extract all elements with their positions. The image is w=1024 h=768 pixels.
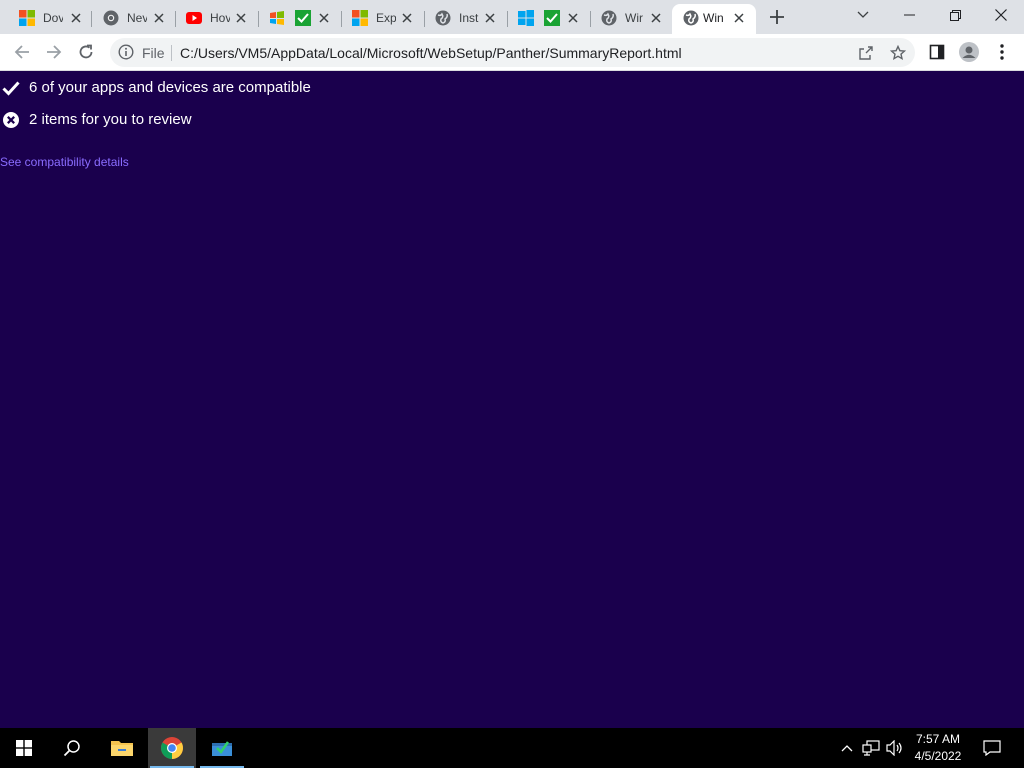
show-hidden-icons-button[interactable] (838, 728, 856, 768)
windows-logo-icon (19, 10, 35, 26)
tab-3[interactable]: Hov (175, 4, 259, 34)
chrome-icon (103, 10, 119, 26)
taskbar: 7:57 AM 4/5/2022 (0, 728, 1024, 768)
volume-tray-button[interactable] (884, 728, 906, 768)
globe-icon (601, 10, 617, 26)
close-icon (995, 9, 1007, 21)
green-check-icon (295, 10, 311, 26)
setup-app-icon (212, 741, 232, 756)
compatibility-details-link[interactable]: See compatibility details (0, 155, 129, 169)
tab-title: Exp (376, 11, 396, 25)
windows-logo-icon (352, 10, 368, 26)
side-panel-button[interactable] (924, 39, 950, 65)
tab-strip: Dov Nev Hov Exp Inst Wir Win (0, 0, 1024, 34)
chevron-down-icon (857, 11, 869, 18)
folder-icon (111, 741, 133, 756)
menu-button[interactable] (989, 39, 1015, 65)
tab-title: Wir (625, 11, 643, 25)
new-tab-button[interactable] (765, 5, 789, 29)
windows-blue-icon (518, 10, 534, 26)
back-button[interactable] (9, 39, 35, 65)
tab-6[interactable]: Inst (424, 4, 508, 34)
checkmark-icon (2, 81, 20, 96)
globe-icon (683, 10, 699, 26)
speaker-icon (886, 740, 902, 756)
avatar (959, 42, 979, 62)
tab-close-icon[interactable] (730, 9, 748, 27)
tab-2[interactable]: Nev (92, 4, 176, 34)
tab-title: Inst (459, 11, 479, 25)
chrome-icon (161, 737, 183, 759)
search-button[interactable] (48, 728, 96, 768)
scheme-label: File (142, 45, 165, 61)
reload-icon (79, 44, 93, 59)
plus-icon (770, 10, 784, 24)
tab-title: Win (703, 11, 724, 25)
tab-1[interactable]: Dov (8, 4, 92, 34)
error-circle-icon (3, 112, 19, 128)
close-window-button[interactable] (978, 0, 1024, 30)
side-panel-icon (929, 44, 945, 60)
tab-close-icon[interactable] (481, 9, 499, 27)
page-content: 6 of your apps and devices are compatibl… (0, 71, 1024, 728)
compatible-text: 6 of your apps and devices are compatibl… (29, 79, 311, 96)
forward-arrow-icon (47, 45, 62, 59)
start-button[interactable] (0, 728, 48, 768)
tab-8[interactable]: Wir (590, 4, 673, 34)
profile-button[interactable] (956, 39, 982, 65)
network-icon (862, 740, 880, 756)
tab-close-icon[interactable] (564, 9, 582, 27)
clock-time: 7:57 AM (915, 732, 961, 746)
tab-close-icon[interactable] (232, 9, 250, 27)
browser-toolbar: File C:/Users/VM5/AppData/Local/Microsof… (0, 34, 1024, 71)
clock[interactable]: 7:57 AM 4/5/2022 (906, 731, 970, 765)
address-bar[interactable]: File C:/Users/VM5/AppData/Local/Microsof… (110, 38, 915, 67)
kebab-menu-icon (1000, 44, 1004, 60)
file-explorer-taskbar-button[interactable] (98, 728, 146, 768)
tab-close-icon[interactable] (67, 9, 85, 27)
bookmark-star-icon[interactable] (888, 43, 908, 63)
search-icon (63, 740, 80, 757)
restore-icon (949, 9, 961, 21)
notification-icon (983, 740, 1001, 756)
forward-button[interactable] (41, 39, 67, 65)
tab-search-button[interactable] (840, 0, 886, 30)
chrome-taskbar-button[interactable] (148, 728, 196, 768)
tab-title: Hov (210, 11, 230, 25)
green-check-icon (544, 10, 560, 26)
clock-date: 4/5/2022 (914, 749, 962, 763)
tab-close-icon[interactable] (315, 9, 333, 27)
network-tray-button[interactable] (860, 728, 882, 768)
info-icon[interactable] (118, 44, 134, 60)
url-text[interactable]: C:/Users/VM5/AppData/Local/Microsoft/Web… (180, 45, 682, 61)
restore-button[interactable] (932, 0, 978, 30)
windows-flag-icon (270, 11, 284, 25)
globe-icon (435, 10, 451, 26)
setup-app-taskbar-button[interactable] (198, 728, 246, 768)
windows-start-icon (16, 740, 32, 756)
tab-7[interactable] (507, 4, 591, 34)
minimize-button[interactable] (886, 0, 932, 30)
review-text: 2 items for you to review (29, 111, 192, 128)
tab-5[interactable]: Exp (341, 4, 425, 34)
share-icon[interactable] (856, 43, 876, 63)
tab-title: Nev (127, 11, 147, 25)
back-arrow-icon (14, 45, 29, 59)
youtube-icon (186, 12, 202, 24)
tab-close-icon[interactable] (398, 9, 416, 27)
chevron-up-icon (841, 745, 853, 752)
tab-4[interactable] (258, 4, 342, 34)
reload-button[interactable] (73, 39, 99, 65)
tab-close-icon[interactable] (647, 9, 665, 27)
tab-close-icon[interactable] (150, 9, 168, 27)
action-center-button[interactable] (980, 728, 1004, 768)
minimize-icon (903, 14, 915, 16)
tab-9-active[interactable]: Win (672, 4, 756, 34)
tab-title: Dov (43, 11, 63, 25)
